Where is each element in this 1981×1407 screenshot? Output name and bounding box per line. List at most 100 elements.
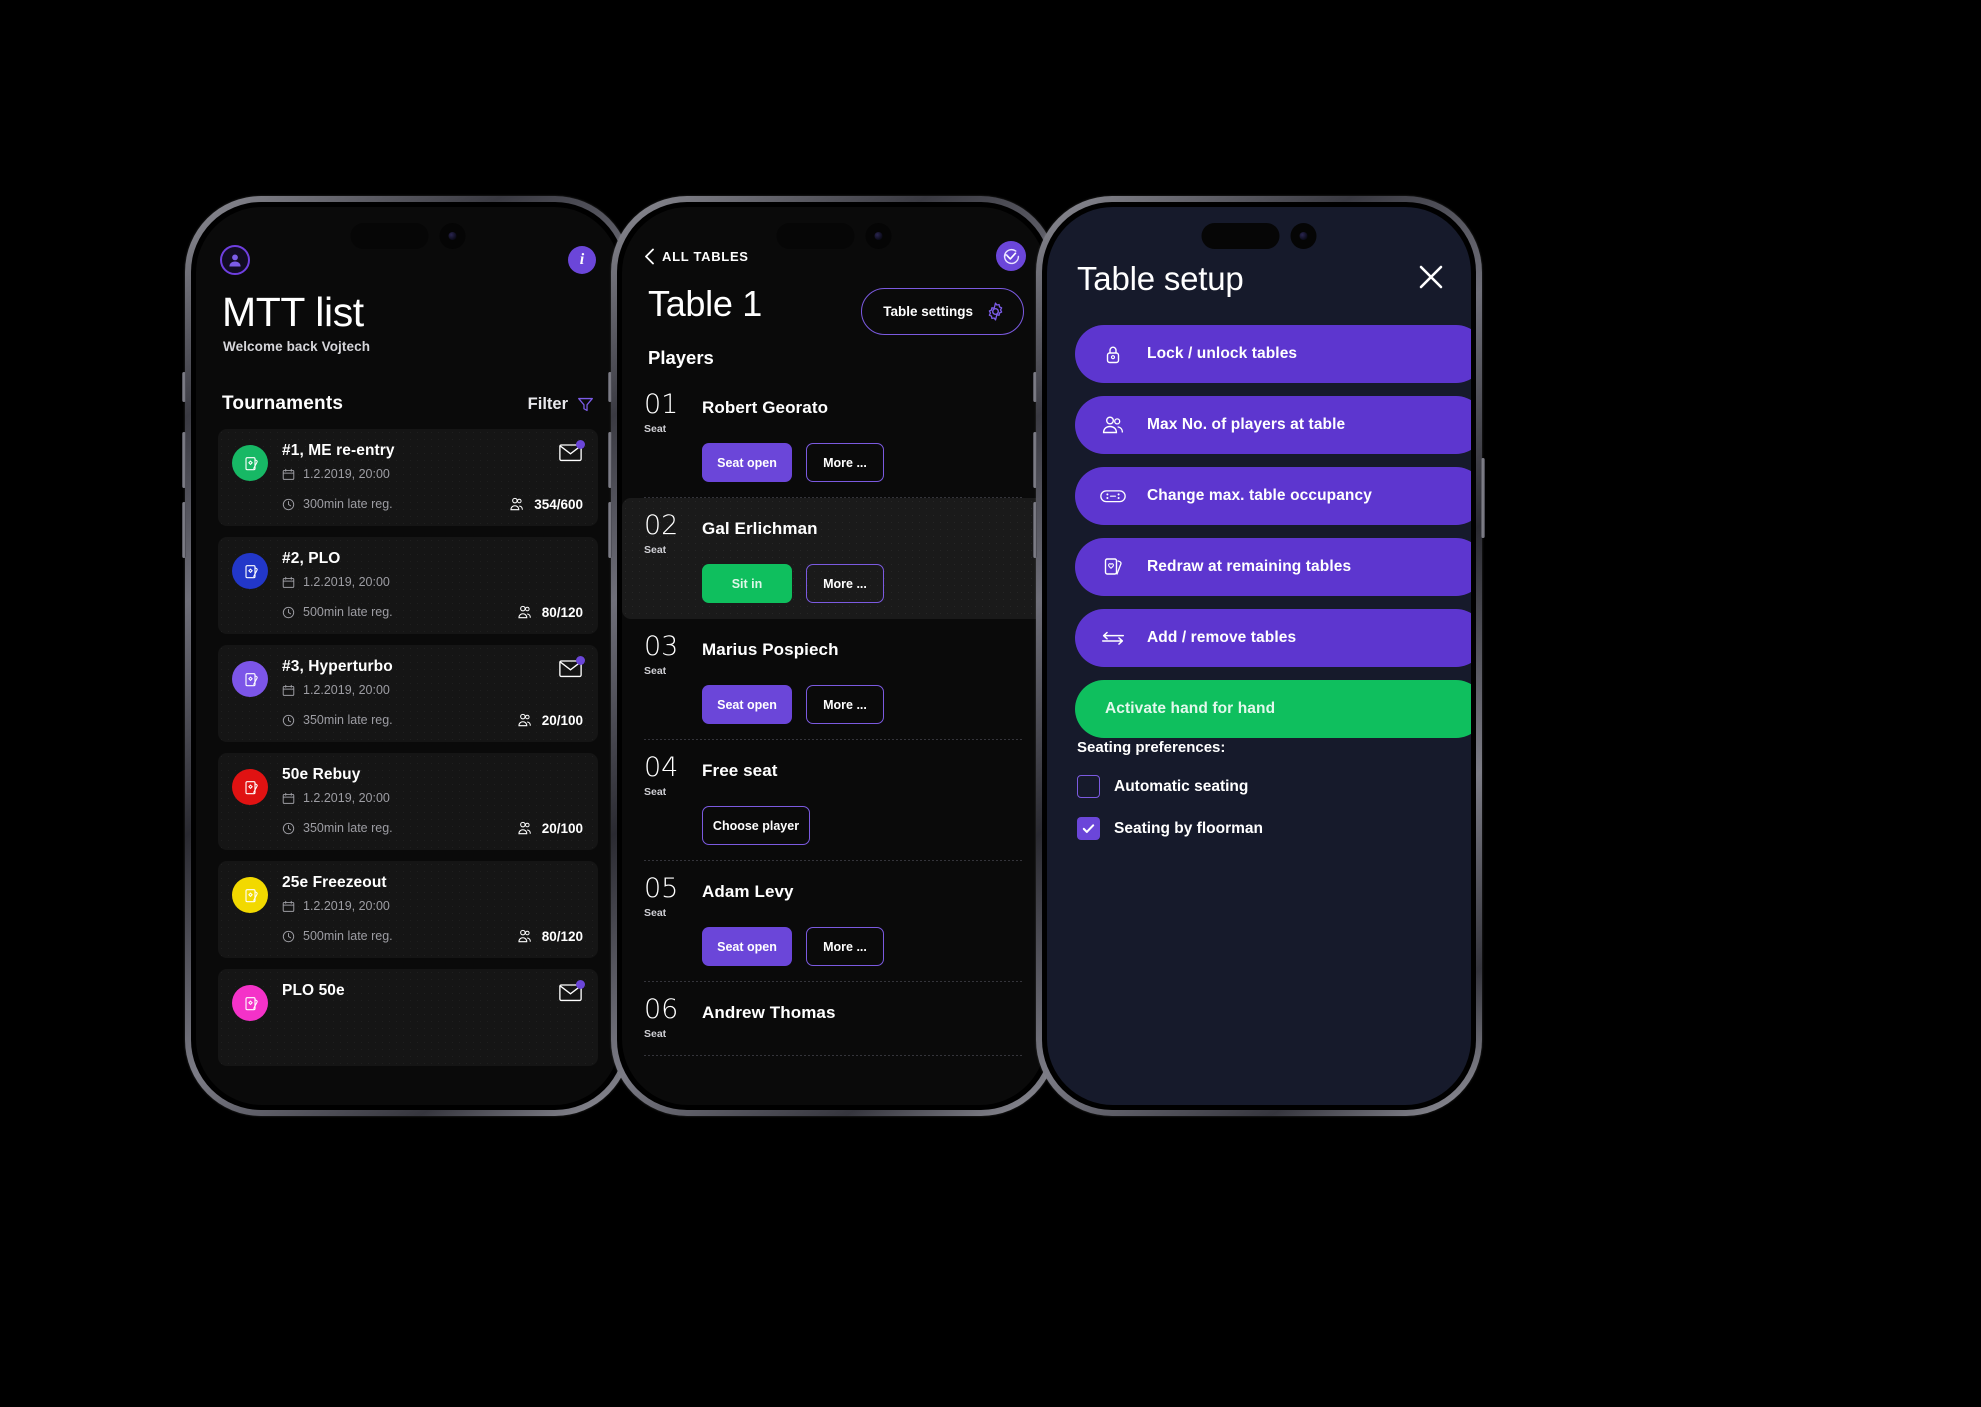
menu-item-label: Add / remove tables bbox=[1147, 629, 1297, 646]
mail-icon[interactable] bbox=[559, 656, 585, 678]
tournament-list[interactable]: #1, ME re-entry 1.2.2019, 20:00 300min lat… bbox=[218, 429, 598, 1105]
screen-table-detail: ALL TABLES Table 1 Table settings Player… bbox=[622, 207, 1046, 1105]
seat-row[interactable]: 01 Seat Robert Georato Seat open More ... bbox=[622, 377, 1046, 498]
setup-menu-item[interactable]: Redraw at remaining tables bbox=[1075, 538, 1471, 596]
seat-row[interactable]: 06 Seat Andrew Thomas bbox=[622, 982, 1046, 1056]
preference-row[interactable]: Seating by floorman bbox=[1077, 817, 1447, 840]
volume-up-button[interactable] bbox=[1033, 432, 1037, 488]
setup-menu-item[interactable]: Add / remove tables bbox=[1075, 609, 1471, 667]
filter-icon bbox=[577, 396, 594, 413]
seat-open-button[interactable]: Seat open bbox=[702, 685, 792, 724]
avatar-icon[interactable] bbox=[220, 245, 250, 275]
players-icon bbox=[509, 496, 525, 512]
phone-mockup-mtt-list: i MTT list Welcome back Vojtech Tourname… bbox=[182, 196, 634, 1116]
checkbox-checked[interactable] bbox=[1077, 817, 1100, 840]
unread-badge bbox=[576, 656, 585, 665]
top-bar: i bbox=[220, 245, 596, 275]
players-icon bbox=[517, 604, 533, 620]
timer-check-icon[interactable] bbox=[996, 241, 1026, 271]
player-count: 354/600 bbox=[509, 496, 583, 512]
player-count: 80/120 bbox=[517, 928, 583, 944]
seat-open-button[interactable]: Seat open bbox=[702, 927, 792, 966]
tournament-name: 50e Rebuy bbox=[282, 766, 361, 783]
setup-menu[interactable]: Lock / unlock tables Max No. of players a… bbox=[1075, 325, 1471, 738]
tournament-card[interactable]: PLO 50e bbox=[218, 969, 598, 1066]
calendar-icon bbox=[282, 468, 295, 481]
tournament-name: #1, ME re-entry bbox=[282, 442, 395, 459]
preference-row[interactable]: Automatic seating bbox=[1077, 775, 1447, 798]
seat-open-button[interactable]: Seat open bbox=[702, 443, 792, 482]
tournament-card[interactable]: 50e Rebuy 1.2.2019, 20:00 350min late reg.… bbox=[218, 753, 598, 850]
mail-icon[interactable] bbox=[559, 980, 585, 1002]
tournament-type-icon bbox=[232, 661, 268, 697]
seat-row[interactable]: 03 Seat Marius Pospiech Seat open More ... bbox=[622, 619, 1046, 740]
player-name: Free seat bbox=[702, 761, 778, 780]
tournament-card[interactable]: 25e Freezeout 1.2.2019, 20:00 500min late … bbox=[218, 861, 598, 958]
players-icon bbox=[517, 712, 533, 728]
mute-switch[interactable] bbox=[1033, 372, 1037, 402]
player-name: Gal Erlichman bbox=[702, 519, 818, 538]
seat-word-label: Seat bbox=[644, 1028, 667, 1040]
tournament-name: PLO 50e bbox=[282, 982, 345, 999]
seat-row[interactable]: 04 Seat Free seat Choose player bbox=[622, 740, 1046, 861]
lock-icon bbox=[1099, 342, 1127, 366]
page-title: MTT list bbox=[222, 289, 364, 335]
volume-down-button[interactable] bbox=[608, 502, 612, 558]
info-icon[interactable]: i bbox=[568, 246, 596, 274]
volume-up-button[interactable] bbox=[608, 432, 612, 488]
clock-icon bbox=[282, 930, 295, 943]
back-to-all-tables-button[interactable]: ALL TABLES bbox=[644, 248, 749, 265]
volume-down-button[interactable] bbox=[182, 502, 186, 558]
more-button[interactable]: More ... bbox=[806, 927, 884, 966]
power-button[interactable] bbox=[1481, 458, 1485, 538]
tournament-card[interactable]: #2, PLO 1.2.2019, 20:00 500min late reg. 80… bbox=[218, 537, 598, 634]
player-name: Adam Levy bbox=[702, 882, 794, 901]
checkbox-unchecked[interactable] bbox=[1077, 775, 1100, 798]
more-button[interactable]: More ... bbox=[806, 685, 884, 724]
filter-button[interactable]: Filter bbox=[528, 395, 594, 414]
section-header: Tournaments Filter bbox=[222, 393, 594, 415]
chevron-left-icon bbox=[644, 248, 655, 265]
table-title: Table 1 bbox=[648, 283, 762, 324]
tournament-name: #3, Hyperturbo bbox=[282, 658, 393, 675]
tournament-type-icon bbox=[232, 445, 268, 481]
welcome-subtitle: Welcome back Vojtech bbox=[223, 339, 371, 354]
choose-player-button[interactable]: Choose player bbox=[702, 806, 810, 845]
sit-in-button[interactable]: Sit in bbox=[702, 564, 792, 603]
more-button[interactable]: More ... bbox=[806, 443, 884, 482]
mute-switch[interactable] bbox=[608, 372, 612, 402]
tournament-card[interactable]: #1, ME re-entry 1.2.2019, 20:00 300min lat… bbox=[218, 429, 598, 526]
tournament-type-icon bbox=[232, 877, 268, 913]
prefs-title: Seating preferences: bbox=[1077, 739, 1226, 756]
seat-word-label: Seat bbox=[644, 665, 667, 677]
tournament-name: 25e Freezeout bbox=[282, 874, 387, 891]
calendar-icon bbox=[282, 792, 295, 805]
more-button[interactable]: More ... bbox=[806, 564, 884, 603]
player-name: Robert Georato bbox=[702, 398, 829, 417]
setup-menu-item[interactable]: Activate hand for hand bbox=[1075, 680, 1471, 738]
preference-label: Seating by floorman bbox=[1114, 819, 1263, 837]
seat-row[interactable]: 02 Seat Gal Erlichman Sit in More ... bbox=[622, 498, 1046, 619]
seat-number: 06 bbox=[644, 994, 679, 1025]
seat-row[interactable]: 05 Seat Adam Levy Seat open More ... bbox=[622, 861, 1046, 982]
setup-menu-item[interactable]: Max No. of players at table bbox=[1075, 396, 1471, 454]
mail-icon[interactable] bbox=[559, 440, 585, 462]
volume-down-button[interactable] bbox=[1033, 502, 1037, 558]
volume-up-button[interactable] bbox=[182, 432, 186, 488]
gear-icon bbox=[985, 301, 1006, 322]
menu-item-label: Activate hand for hand bbox=[1105, 700, 1276, 717]
late-registration: 500min late reg. bbox=[282, 929, 393, 943]
seat-word-label: Seat bbox=[644, 907, 667, 919]
close-icon[interactable] bbox=[1417, 263, 1445, 291]
tournament-card[interactable]: #3, Hyperturbo 1.2.2019, 20:00 350min late… bbox=[218, 645, 598, 742]
tournament-date: 1.2.2019, 20:00 bbox=[282, 467, 395, 481]
people-icon bbox=[1099, 413, 1127, 437]
setup-menu-item[interactable]: Change max. table occupancy bbox=[1075, 467, 1471, 525]
setup-menu-item[interactable]: Lock / unlock tables bbox=[1075, 325, 1471, 383]
player-name: Marius Pospiech bbox=[702, 640, 839, 659]
table-settings-button[interactable]: Table settings bbox=[861, 288, 1024, 335]
seat-list[interactable]: 01 Seat Robert Georato Seat open More ... 02 S… bbox=[622, 377, 1046, 1105]
mute-switch[interactable] bbox=[182, 372, 186, 402]
player-name: Andrew Thomas bbox=[702, 1003, 836, 1022]
tournament-type-icon bbox=[232, 769, 268, 805]
